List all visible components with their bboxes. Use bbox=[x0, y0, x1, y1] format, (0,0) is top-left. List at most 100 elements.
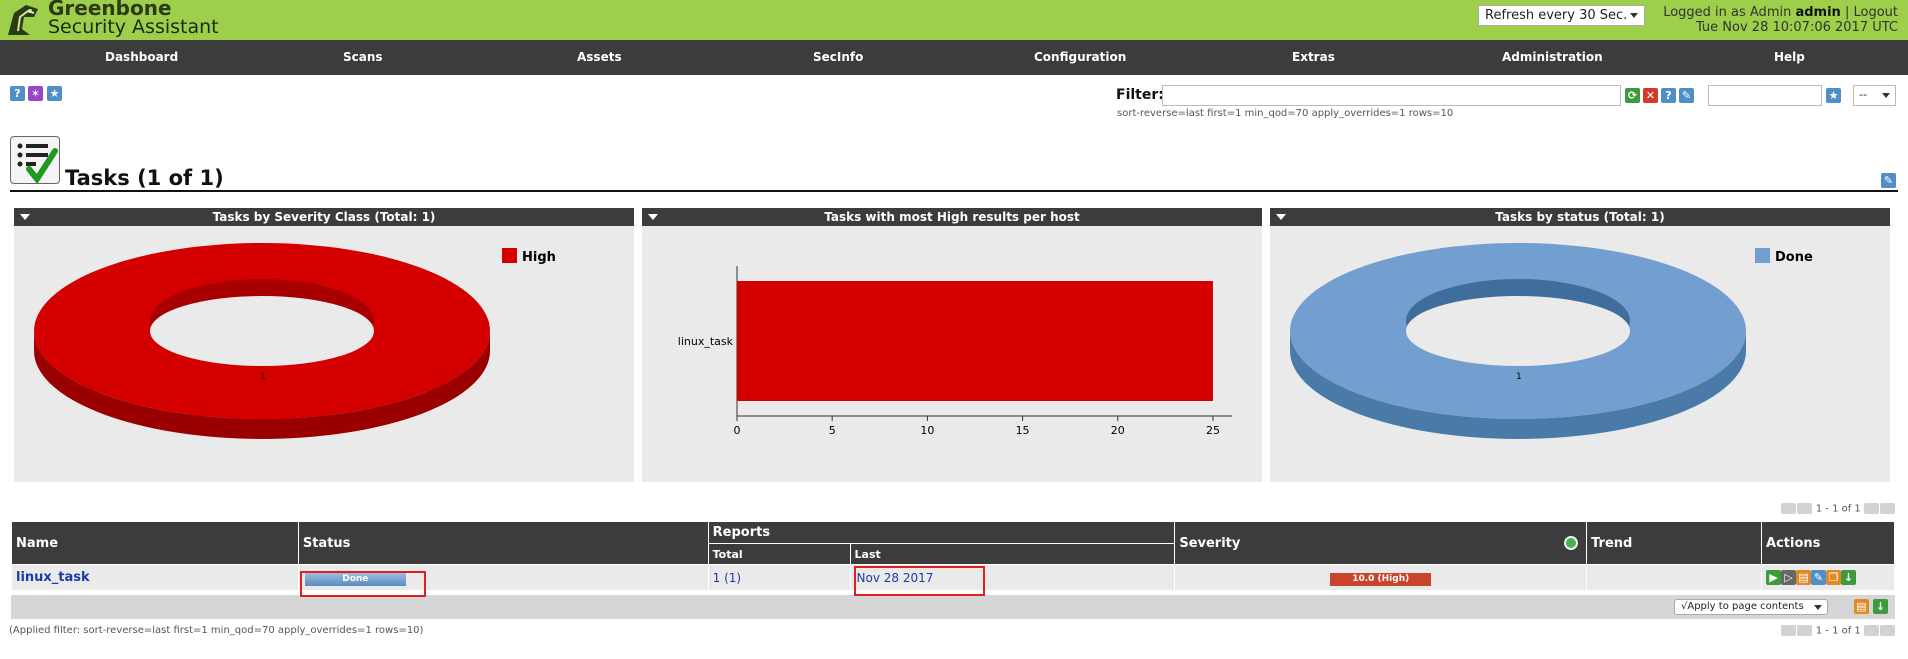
apply-to-value: √Apply to page contents bbox=[1681, 601, 1804, 612]
legend-label-done: Done bbox=[1775, 250, 1813, 265]
edit-filter-wrench-icon[interactable]: ✎ bbox=[1679, 88, 1694, 103]
legend-swatch-done bbox=[1755, 248, 1770, 263]
tasks-checklist-icon bbox=[10, 136, 60, 185]
x-tick-label: 0 bbox=[734, 424, 741, 437]
nav-help[interactable]: Help bbox=[1774, 50, 1805, 64]
col-header-total[interactable]: Total bbox=[707, 543, 851, 565]
top-header: Greenbone Security Assistant Refresh eve… bbox=[0, 0, 1908, 40]
help-icon[interactable]: ? bbox=[10, 86, 25, 101]
nav-configuration[interactable]: Configuration bbox=[1034, 50, 1126, 64]
nav-assets[interactable]: Assets bbox=[577, 50, 622, 64]
greenbone-logo bbox=[8, 5, 38, 35]
col-header-trend[interactable]: Trend bbox=[1586, 521, 1763, 565]
wizard-icon[interactable]: ✶ bbox=[28, 86, 43, 101]
nav-secinfo[interactable]: SecInfo bbox=[813, 50, 863, 64]
x-tick-label: 10 bbox=[920, 424, 934, 437]
edit-wrench-icon[interactable]: ✎ bbox=[1811, 570, 1827, 585]
edit-dashboard-wrench-icon[interactable]: ✎ bbox=[1881, 173, 1896, 188]
saved-filter-value: -- bbox=[1859, 88, 1867, 101]
x-tick-label: 25 bbox=[1206, 424, 1220, 437]
pagination-bottom: 1 - 1 of 1 bbox=[1780, 625, 1896, 637]
col-header-status[interactable]: Status bbox=[297, 521, 709, 565]
legend-label-high: High bbox=[522, 250, 556, 265]
username-link[interactable]: admin bbox=[1795, 5, 1840, 20]
refresh-filter-icon[interactable]: ⟳ bbox=[1625, 88, 1640, 103]
reset-filter-icon[interactable]: ✕ bbox=[1643, 88, 1658, 103]
legend-swatch-high bbox=[502, 248, 517, 263]
datetime: Tue Nov 28 10:07:06 2017 UTC bbox=[1695, 20, 1898, 35]
panel-title: Tasks by Severity Class (Total: 1) bbox=[212, 210, 436, 224]
collapse-toggle-icon[interactable] bbox=[20, 214, 30, 220]
filter-string: sort-reverse=last first=1 min_qod=70 app… bbox=[1117, 108, 1454, 119]
panel-status: Tasks by status (Total: 1) Done 1 bbox=[1270, 208, 1890, 482]
export-icon[interactable]: ↓ bbox=[1841, 570, 1857, 585]
col-header-last[interactable]: Last bbox=[849, 543, 1176, 565]
bulk-trash-icon[interactable]: ▤ bbox=[1854, 599, 1869, 614]
pagination-text: 1 - 1 of 1 bbox=[1815, 625, 1861, 637]
next-page-icon[interactable] bbox=[1864, 503, 1879, 514]
prev-page-icon[interactable] bbox=[1796, 503, 1812, 514]
nav-extras[interactable]: Extras bbox=[1292, 50, 1335, 64]
title-divider bbox=[10, 190, 1898, 192]
save-filter-star-icon[interactable]: ★ bbox=[1826, 88, 1841, 103]
reports-total-link[interactable]: 1 (1) bbox=[713, 571, 741, 585]
panel-header: Tasks by status (Total: 1) bbox=[1270, 208, 1890, 226]
chevron-down-icon bbox=[1882, 93, 1890, 98]
prev-page-icon[interactable] bbox=[1796, 625, 1812, 636]
trend-cell bbox=[1586, 564, 1763, 591]
trash-icon[interactable]: ▤ bbox=[1796, 570, 1812, 585]
page-title: Tasks (1 of 1) bbox=[65, 166, 224, 190]
x-tick-label: 5 bbox=[829, 424, 836, 437]
task-name-link[interactable]: linux_task bbox=[16, 570, 90, 585]
next-page-icon[interactable] bbox=[1864, 625, 1879, 636]
last-page-icon[interactable] bbox=[1880, 503, 1895, 514]
logout-link[interactable]: Logout bbox=[1853, 5, 1898, 20]
chevron-down-icon bbox=[1630, 13, 1638, 18]
collapse-toggle-icon[interactable] bbox=[648, 214, 658, 220]
apply-to-select[interactable]: √Apply to page contents bbox=[1674, 599, 1828, 615]
x-tick-label: 20 bbox=[1111, 424, 1125, 437]
panel-severity-class: Tasks by Severity Class (Total: 1) High … bbox=[14, 208, 634, 482]
panel-title: Tasks by status (Total: 1) bbox=[1495, 210, 1665, 224]
filter-input[interactable] bbox=[1162, 85, 1621, 106]
nav-scans[interactable]: Scans bbox=[343, 50, 383, 64]
start-icon[interactable]: ▶ bbox=[1766, 570, 1782, 585]
filter-help-icon[interactable]: ? bbox=[1661, 88, 1676, 103]
panel-header: Tasks with most High results per host bbox=[642, 208, 1262, 226]
severity-donut-chart: High 1 bbox=[34, 243, 556, 439]
last-page-icon[interactable] bbox=[1880, 625, 1895, 636]
nav-administration[interactable]: Administration bbox=[1502, 50, 1603, 64]
severity-bar: 10.0 (High) bbox=[1330, 572, 1432, 586]
highlight-last-report-box bbox=[854, 566, 985, 596]
resume-icon[interactable]: ▷ bbox=[1781, 570, 1797, 585]
highlight-status-box bbox=[300, 571, 426, 597]
bar-linux_task[interactable] bbox=[737, 281, 1213, 401]
severity-header-label: Severity bbox=[1179, 535, 1241, 551]
filter-name-input[interactable] bbox=[1708, 85, 1822, 106]
panel-header: Tasks by Severity Class (Total: 1) bbox=[14, 208, 634, 226]
new-task-star-icon[interactable]: ★ bbox=[47, 86, 62, 101]
filter-label: Filter: bbox=[1116, 87, 1164, 103]
collapse-toggle-icon[interactable] bbox=[1276, 214, 1286, 220]
col-header-actions: Actions bbox=[1761, 521, 1895, 565]
clone-icon[interactable]: ❐ bbox=[1826, 570, 1842, 585]
high-results-bar-chart: linux_task 0 5 10 15 20 25 bbox=[678, 266, 1232, 437]
refresh-select[interactable]: Refresh every 30 Sec. bbox=[1478, 5, 1645, 26]
saved-filter-select[interactable]: -- bbox=[1853, 85, 1896, 106]
col-header-severity[interactable]: Severity bbox=[1174, 521, 1588, 565]
nav-dashboard[interactable]: Dashboard bbox=[105, 50, 178, 64]
col-header-reports: Reports bbox=[707, 521, 1176, 544]
bulk-export-icon[interactable]: ↓ bbox=[1873, 599, 1888, 614]
brand-subtitle: Security Assistant bbox=[48, 16, 219, 38]
first-page-icon[interactable] bbox=[1780, 503, 1796, 514]
donut-hole bbox=[1406, 296, 1630, 366]
login-info: Logged in as Admin admin | Logout Tue No… bbox=[1663, 5, 1898, 35]
first-page-icon[interactable] bbox=[1780, 625, 1796, 636]
x-tick-label: 15 bbox=[1016, 424, 1030, 437]
pagination-text: 1 - 1 of 1 bbox=[1815, 503, 1861, 515]
col-header-name[interactable]: Name bbox=[11, 521, 299, 565]
refresh-select-value: Refresh every 30 Sec. bbox=[1485, 8, 1628, 23]
main-nav: Dashboard Scans Assets SecInfo Configura… bbox=[0, 40, 1908, 75]
sort-icon[interactable] bbox=[1564, 536, 1579, 550]
logged-in-text: Logged in as Admin bbox=[1663, 5, 1796, 20]
